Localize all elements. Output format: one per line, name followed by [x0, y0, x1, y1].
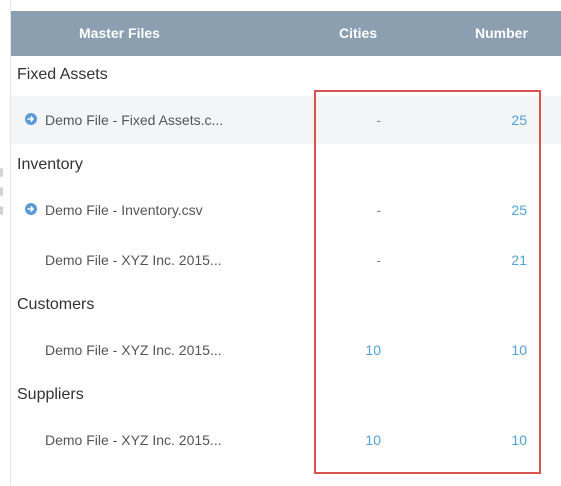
number-value[interactable]: 25: [511, 96, 527, 144]
table-row[interactable]: Demo File - Fixed Assets.c... - 25: [11, 96, 561, 144]
file-name[interactable]: Demo File - XYZ Inc. 2015...: [45, 326, 222, 374]
table-row[interactable]: Demo File - XYZ Inc. 2015... 10 10: [11, 416, 561, 464]
group-label-customers: Customers: [17, 296, 95, 313]
number-value[interactable]: 21: [511, 236, 527, 284]
file-name[interactable]: Demo File - XYZ Inc. 2015...: [45, 416, 222, 464]
table-header: Master Files Cities Number: [11, 11, 561, 56]
cities-value[interactable]: 10: [365, 416, 381, 464]
cities-value: -: [376, 202, 381, 218]
group-label-inventory: Inventory: [17, 156, 83, 173]
number-value[interactable]: 10: [511, 416, 527, 464]
arrow-circle-right-icon[interactable]: [25, 203, 37, 215]
header-cities[interactable]: Cities: [339, 11, 377, 56]
table-row[interactable]: Demo File - Inventory.csv - 25: [11, 186, 561, 234]
number-value[interactable]: 25: [511, 186, 527, 234]
cities-value[interactable]: 10: [365, 326, 381, 374]
header-master-files[interactable]: Master Files: [79, 11, 160, 56]
file-name[interactable]: Demo File - Fixed Assets.c...: [45, 96, 223, 144]
cities-value: -: [376, 112, 381, 128]
table-row[interactable]: Demo File - XYZ Inc. 2015... - 21: [11, 236, 561, 284]
resize-handle[interactable]: [0, 168, 3, 216]
arrow-circle-right-icon[interactable]: [25, 113, 37, 125]
cities-value: -: [376, 252, 381, 268]
group-label-suppliers: Suppliers: [17, 386, 84, 403]
file-name[interactable]: Demo File - XYZ Inc. 2015...: [45, 236, 222, 284]
group-label-fixed-assets: Fixed Assets: [17, 66, 108, 83]
table-row[interactable]: Demo File - XYZ Inc. 2015... 10 10: [11, 326, 561, 374]
header-number[interactable]: Number: [475, 11, 528, 56]
number-value[interactable]: 10: [511, 326, 527, 374]
file-name[interactable]: Demo File - Inventory.csv: [45, 186, 203, 234]
